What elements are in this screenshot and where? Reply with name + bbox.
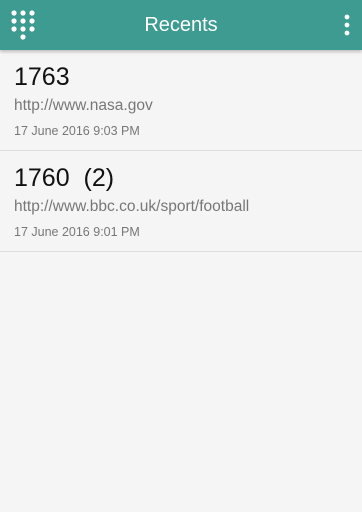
toolbar-title: Recents bbox=[144, 14, 218, 36]
recents-list: 1763 http://www.nasa.gov 17 June 2016 9:… bbox=[0, 50, 362, 252]
app-screen: Recents 1763 http://www.nasa.gov 17 June… bbox=[0, 0, 362, 512]
recent-item[interactable]: 1763 http://www.nasa.gov 17 June 2016 9:… bbox=[0, 50, 362, 151]
dialpad-icon bbox=[11, 10, 35, 40]
overflow-menu-button[interactable] bbox=[341, 13, 353, 37]
recent-number: 1760 (2) bbox=[14, 164, 115, 192]
recent-timestamp: 17 June 2016 9:03 PM bbox=[14, 124, 140, 138]
recent-url: http://www.nasa.gov bbox=[14, 97, 153, 114]
recent-number: 1763 bbox=[14, 63, 70, 91]
more-vert-icon bbox=[344, 14, 350, 36]
recent-timestamp: 17 June 2016 9:01 PM bbox=[14, 225, 140, 239]
dialpad-button[interactable] bbox=[9, 9, 39, 41]
recent-url: http://www.bbc.co.uk/sport/football bbox=[14, 198, 250, 215]
app-toolbar: Recents bbox=[0, 0, 362, 50]
recent-item[interactable]: 1760 (2) http://www.bbc.co.uk/sport/foot… bbox=[0, 151, 362, 252]
